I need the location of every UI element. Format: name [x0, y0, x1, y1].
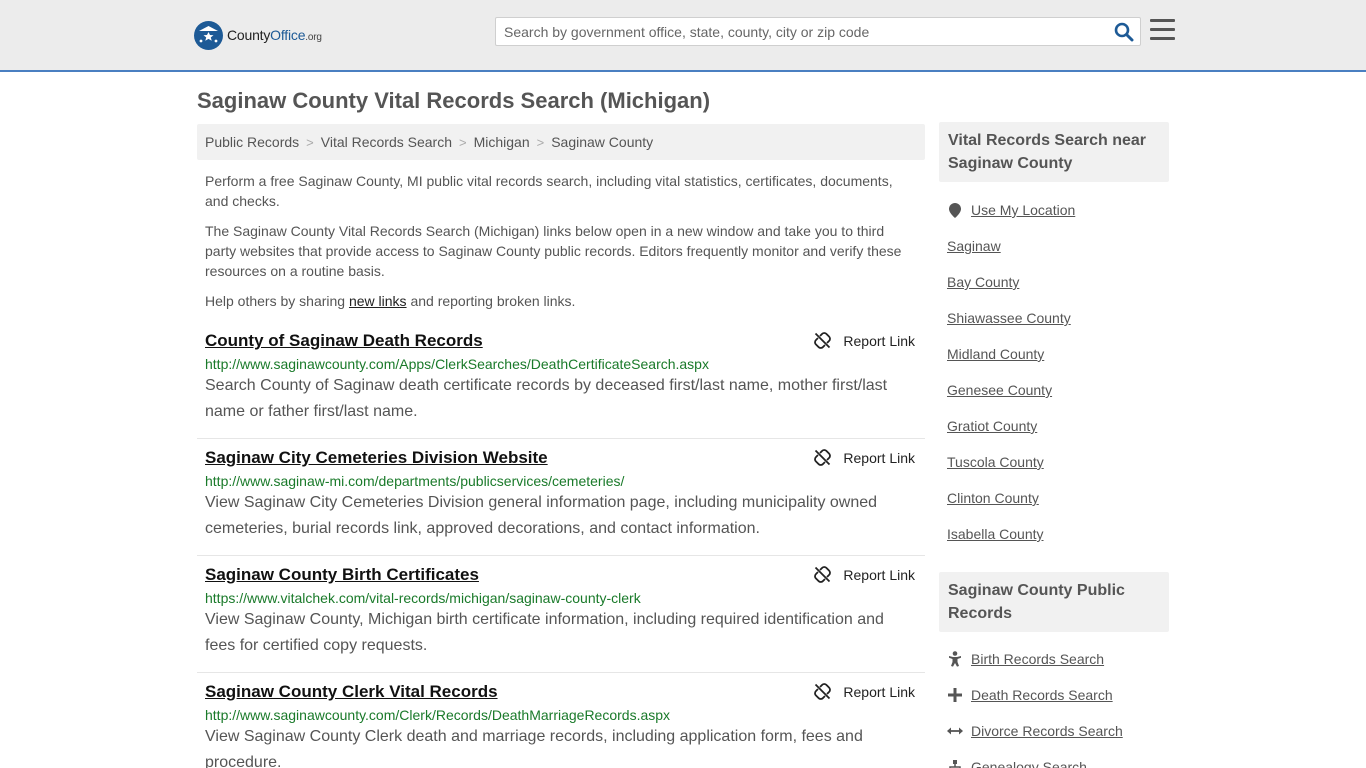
nearby-link[interactable]: Clinton County — [947, 490, 1039, 506]
result-url: http://www.saginaw-mi.com/departments/pu… — [205, 473, 625, 489]
result-description: View Saginaw County Clerk death and marr… — [205, 728, 863, 768]
result-item: County of Saginaw Death Records http://w… — [197, 322, 925, 439]
report-link-button[interactable]: Report Link — [814, 566, 915, 583]
hamburger-menu-icon[interactable] — [1150, 19, 1175, 41]
use-my-location-item[interactable]: Use My Location — [947, 192, 1177, 228]
nearby-link[interactable]: Tuscola County — [947, 454, 1044, 470]
page-title: Saginaw County Vital Records Search (Mic… — [197, 88, 711, 113]
nearby-link[interactable]: Midland County — [947, 346, 1044, 362]
sidebar-nearby-item: Midland County — [947, 336, 1177, 372]
new-links-link[interactable]: new links — [349, 293, 407, 309]
intro-paragraph-3: Help others by sharing new links and rep… — [205, 293, 576, 309]
sidebar-nearby-item: Shiawassee County — [947, 300, 1177, 336]
sidebar-public-records-list: Birth Records Search Death Records Searc… — [947, 641, 1177, 768]
sidebar-nearby-item: Saginaw — [947, 228, 1177, 264]
result-url: https://www.vitalchek.com/vital-records/… — [205, 590, 641, 606]
breadcrumb-vital-records-search[interactable]: Vital Records Search — [321, 134, 452, 150]
result-item: Saginaw City Cemeteries Division Website… — [197, 439, 925, 556]
sidebar-nearby-item: Bay County — [947, 264, 1177, 300]
broken-link-icon — [814, 683, 832, 700]
breadcrumb-separator: > — [306, 134, 314, 150]
result-url: http://www.saginawcounty.com/Clerk/Recor… — [205, 707, 671, 723]
sidebar-nearby-item: Clinton County — [947, 480, 1177, 516]
sidebar-public-item[interactable]: Genealogy Search — [947, 749, 1177, 768]
result-title-link[interactable]: Saginaw County Clerk Vital Records — [205, 682, 498, 702]
result-description: View Saginaw County, Michigan birth cert… — [205, 611, 884, 654]
breadcrumb-saginaw-county: Saginaw County — [551, 134, 654, 150]
search-input[interactable] — [496, 18, 1096, 45]
sidebar-nearby-item: Isabella County — [947, 516, 1177, 552]
baby-icon — [947, 651, 963, 667]
arrows-icon — [947, 723, 963, 739]
results-list: County of Saginaw Death Records http://w… — [197, 322, 925, 768]
search-icon[interactable] — [1114, 22, 1134, 42]
intro-paragraph-2: The Saginaw County Vital Records Search … — [205, 223, 902, 279]
result-description: Search County of Saginaw death certifica… — [205, 377, 888, 420]
site-header: CountyOffice.org — [0, 0, 1366, 72]
result-title-link[interactable]: Saginaw City Cemeteries Division Website — [205, 448, 548, 468]
nearby-link[interactable]: Genesee County — [947, 382, 1052, 398]
logo-badge-icon — [194, 20, 223, 50]
map-pin-icon — [947, 202, 963, 218]
broken-link-icon — [814, 566, 832, 583]
divorce-records-search-link[interactable]: Divorce Records Search — [971, 723, 1123, 739]
death-records-search-link[interactable]: Death Records Search — [971, 687, 1113, 703]
nearby-link[interactable]: Isabella County — [947, 526, 1044, 542]
report-link-button[interactable]: Report Link — [814, 683, 915, 700]
nearby-link[interactable]: Gratiot County — [947, 418, 1037, 434]
sidebar-nearby-heading: Vital Records Search near Saginaw County — [939, 122, 1169, 182]
breadcrumb-separator: > — [459, 134, 467, 150]
sidebar-nearby-item: Gratiot County — [947, 408, 1177, 444]
use-my-location-link[interactable]: Use My Location — [971, 202, 1075, 218]
sidebar-public-item[interactable]: Divorce Records Search — [947, 713, 1177, 749]
tree-icon — [947, 759, 963, 768]
broken-link-icon — [814, 332, 832, 349]
sidebar-nearby-item: Tuscola County — [947, 444, 1177, 480]
nearby-link[interactable]: Bay County — [947, 274, 1019, 290]
cross-icon — [947, 687, 963, 703]
sidebar-public-item[interactable]: Birth Records Search — [947, 641, 1177, 677]
nearby-link[interactable]: Saginaw — [947, 238, 1001, 254]
breadcrumb-separator: > — [536, 134, 545, 150]
result-title-link[interactable]: County of Saginaw Death Records — [205, 331, 483, 351]
intro-paragraph-1: Perform a free Saginaw County, MI public… — [205, 173, 893, 209]
site-logo[interactable]: CountyOffice.org — [194, 20, 322, 50]
sidebar-nearby-list: Use My Location Saginaw Bay County Shiaw… — [947, 192, 1177, 552]
report-link-button[interactable]: Report Link — [814, 449, 915, 466]
sidebar-public-records-heading: Saginaw County Public Records — [939, 572, 1169, 632]
result-url: http://www.saginawcounty.com/Apps/ClerkS… — [205, 356, 709, 372]
result-item: Saginaw County Clerk Vital Records http:… — [197, 673, 925, 768]
breadcrumb: Public Records > Vital Records Search > … — [197, 124, 925, 160]
result-description: View Saginaw City Cemeteries Division ge… — [205, 494, 878, 537]
report-link-button[interactable]: Report Link — [814, 332, 915, 349]
search-box — [495, 17, 1141, 46]
sidebar-nearby-item: Genesee County — [947, 372, 1177, 408]
result-title-link[interactable]: Saginaw County Birth Certificates — [205, 565, 479, 585]
intro-text: Perform a free Saginaw County, MI public… — [205, 171, 915, 321]
birth-records-search-link[interactable]: Birth Records Search — [971, 651, 1104, 667]
breadcrumb-public-records[interactable]: Public Records — [205, 134, 299, 150]
broken-link-icon — [814, 449, 832, 466]
sidebar-public-item[interactable]: Death Records Search — [947, 677, 1177, 713]
genealogy-search-link[interactable]: Genealogy Search — [971, 759, 1087, 768]
nearby-link[interactable]: Shiawassee County — [947, 310, 1071, 326]
result-item: Saginaw County Birth Certificates https:… — [197, 556, 925, 673]
logo-text: CountyOffice.org — [227, 27, 322, 43]
breadcrumb-michigan[interactable]: Michigan — [474, 134, 530, 150]
